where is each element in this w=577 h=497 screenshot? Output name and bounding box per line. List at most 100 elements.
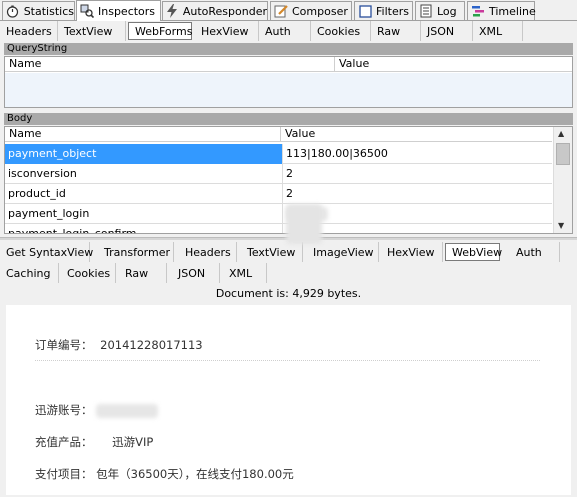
- tab-hexview[interactable]: HexView: [195, 21, 259, 41]
- stopwatch-icon: [6, 4, 20, 18]
- tab-raw[interactable]: Raw: [119, 263, 167, 283]
- checkbox-icon: [358, 4, 372, 18]
- tab-label: Headers: [6, 24, 52, 38]
- tab-label: Cookies: [317, 24, 361, 38]
- tab-label: XML: [479, 24, 503, 38]
- tab-caching[interactable]: Caching: [0, 263, 59, 283]
- body-col-name[interactable]: Name: [5, 127, 281, 142]
- tab-label: JSON: [178, 266, 206, 280]
- tab-label: Caching: [6, 266, 51, 280]
- tab-imageview[interactable]: ImageView: [307, 242, 379, 262]
- request-tab-strip: Headers TextView WebForms HexView Auth C…: [0, 21, 577, 41]
- tab-label: Inspectors: [98, 4, 156, 18]
- tab-autoresponder[interactable]: AutoResponder: [162, 1, 268, 20]
- scroll-down-icon[interactable]: ▼: [558, 221, 564, 230]
- tab-label: XML: [229, 266, 253, 280]
- tab-webforms[interactable]: WebForms: [128, 22, 192, 40]
- magnifier-icon: [80, 4, 94, 18]
- row-value[interactable]: 2: [283, 184, 552, 204]
- tab-label: Composer: [292, 4, 348, 18]
- redacted-account: [96, 403, 159, 418]
- order-number: 20141228017113: [100, 338, 203, 352]
- querystring-empty-area: [5, 73, 572, 107]
- tab-label: Raw: [377, 24, 401, 38]
- product-value: 迅游VIP: [112, 435, 154, 449]
- tab-auth[interactable]: Auth: [510, 242, 560, 262]
- order-label: 订单编号：: [35, 338, 93, 352]
- product-line: 充值产品： 迅游VIP: [35, 434, 153, 450]
- tab-label: Transformer: [104, 245, 171, 259]
- table-row[interactable]: product_id 2: [5, 184, 552, 204]
- row-name: payment_login_confirm: [5, 224, 283, 233]
- response-tab-strip-2: Caching Cookies Raw JSON XML: [0, 263, 577, 283]
- tab-textview[interactable]: TextView: [58, 21, 126, 41]
- tab-timeline[interactable]: Timeline: [467, 1, 536, 20]
- tab-composer[interactable]: Composer: [270, 1, 352, 20]
- document-size-label: Document is: 4,929 bytes.: [215, 287, 362, 300]
- body-header: Body: [4, 113, 573, 125]
- row-name: product_id: [5, 184, 283, 204]
- payment-line: 支付项目： 包年（36500天），在线支付180.00元: [35, 466, 294, 482]
- tab-label: Timeline: [489, 4, 536, 18]
- tab-raw[interactable]: Raw: [371, 21, 421, 41]
- account-label: 迅游账号：: [35, 403, 93, 417]
- payment-value: 包年（36500天），在线支付180.00元: [96, 467, 294, 481]
- product-label: 充值产品：: [35, 435, 93, 449]
- tab-label: Statistics: [23, 4, 74, 18]
- tab-xml[interactable]: XML: [223, 263, 267, 283]
- tab-webview[interactable]: WebView: [445, 243, 502, 261]
- tab-label: TextView: [64, 24, 113, 38]
- tab-label: ImageView: [313, 245, 374, 259]
- tab-inspectors[interactable]: Inspectors: [76, 0, 161, 21]
- table-row[interactable]: isconversion 2: [5, 164, 552, 184]
- tab-filters[interactable]: Filters: [354, 1, 413, 20]
- tab-label: Auth: [516, 245, 542, 259]
- tab-headers[interactable]: Headers: [179, 242, 237, 262]
- divider: [35, 360, 540, 361]
- tab-transformer[interactable]: Transformer: [98, 242, 174, 262]
- tab-cookies[interactable]: Cookies: [61, 263, 116, 283]
- tab-json[interactable]: JSON: [421, 21, 473, 41]
- tab-label: JSON: [427, 24, 455, 38]
- scroll-thumb[interactable]: [556, 143, 570, 165]
- tab-label: WebForms: [135, 24, 193, 38]
- row-value[interactable]: 2: [283, 164, 552, 184]
- tab-textview[interactable]: TextView: [241, 242, 303, 262]
- order-line: 订单编号： 20141228017113: [35, 337, 203, 353]
- tab-get-syntaxview[interactable]: Get SyntaxView: [0, 242, 94, 262]
- tab-log[interactable]: Log: [415, 1, 465, 20]
- tab-label: HexView: [201, 24, 249, 38]
- row-name: isconversion: [5, 164, 283, 184]
- tab-cookies[interactable]: Cookies: [311, 21, 371, 41]
- timeline-icon: [471, 4, 485, 18]
- tab-headers[interactable]: Headers: [0, 21, 58, 41]
- tab-xml[interactable]: XML: [473, 21, 523, 41]
- tab-label: Auth: [265, 24, 291, 38]
- tab-label: Headers: [185, 245, 231, 259]
- table-row[interactable]: payment_object 113|180.00|36500: [5, 144, 552, 164]
- tab-hexview[interactable]: HexView: [381, 242, 443, 262]
- querystring-grid[interactable]: Name Value: [4, 56, 573, 108]
- tab-auth[interactable]: Auth: [259, 21, 311, 41]
- tab-label: TextView: [247, 245, 296, 259]
- pencil-icon: [274, 4, 288, 18]
- table-row[interactable]: payment_login_confirm: [5, 224, 552, 233]
- tab-label: Get SyntaxView: [6, 245, 94, 259]
- body-scrollbar[interactable]: ▲ ▼: [553, 127, 572, 233]
- row-value[interactable]: 113|180.00|36500: [283, 144, 552, 164]
- querystring-col-name[interactable]: Name: [5, 57, 335, 72]
- response-tab-strip-1: Get SyntaxView Transformer Headers TextV…: [0, 242, 577, 262]
- tab-json[interactable]: JSON: [172, 263, 220, 283]
- document-icon: [419, 4, 433, 18]
- row-value[interactable]: [283, 204, 552, 224]
- tab-label: Log: [437, 4, 457, 18]
- tab-statistics[interactable]: Statistics: [2, 1, 75, 20]
- webview-pane[interactable]: 订单编号： 20141228017113 迅游账号： 充值产品： 迅游VIP 支…: [6, 305, 571, 495]
- querystring-header: QueryString: [4, 43, 573, 55]
- scroll-up-icon[interactable]: ▲: [558, 129, 564, 138]
- querystring-col-value[interactable]: Value: [335, 57, 572, 72]
- body-col-value[interactable]: Value: [281, 127, 552, 142]
- redaction-overlay: [286, 204, 322, 244]
- table-row[interactable]: payment_login: [5, 204, 552, 224]
- row-value[interactable]: [283, 224, 552, 233]
